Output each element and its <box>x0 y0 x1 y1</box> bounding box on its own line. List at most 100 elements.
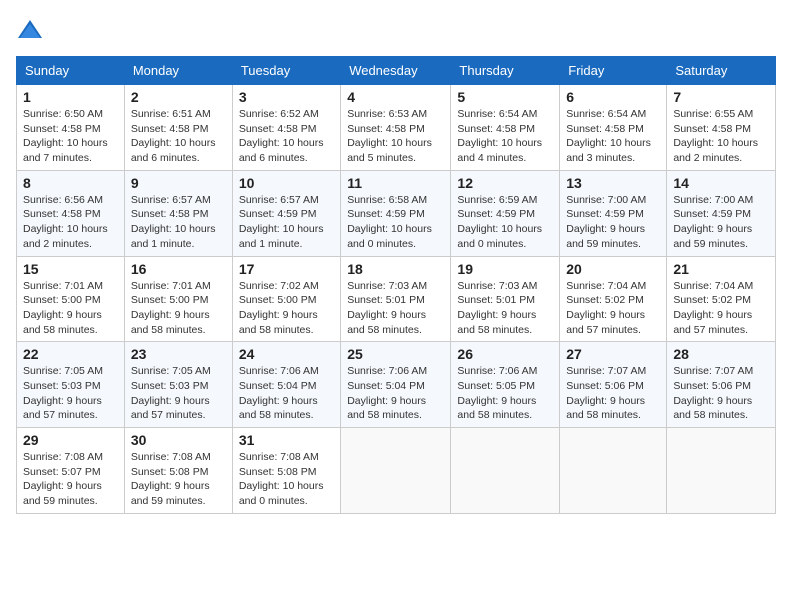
calendar-cell: 7 Sunrise: 6:55 AMSunset: 4:58 PMDayligh… <box>667 85 776 171</box>
day-number: 1 <box>23 89 118 105</box>
day-number: 10 <box>239 175 334 191</box>
calendar-cell: 10 Sunrise: 6:57 AMSunset: 4:59 PMDaylig… <box>232 170 340 256</box>
day-header-friday: Friday <box>560 57 667 85</box>
day-header-wednesday: Wednesday <box>341 57 451 85</box>
calendar-header-row: SundayMondayTuesdayWednesdayThursdayFrid… <box>17 57 776 85</box>
day-number: 17 <box>239 261 334 277</box>
day-header-thursday: Thursday <box>451 57 560 85</box>
calendar-cell: 14 Sunrise: 7:00 AMSunset: 4:59 PMDaylig… <box>667 170 776 256</box>
calendar-cell <box>560 428 667 514</box>
calendar-cell: 30 Sunrise: 7:08 AMSunset: 5:08 PMDaylig… <box>124 428 232 514</box>
calendar-week-row: 1 Sunrise: 6:50 AMSunset: 4:58 PMDayligh… <box>17 85 776 171</box>
day-number: 2 <box>131 89 226 105</box>
day-info: Sunrise: 6:54 AMSunset: 4:58 PMDaylight:… <box>566 107 660 166</box>
calendar-cell: 13 Sunrise: 7:00 AMSunset: 4:59 PMDaylig… <box>560 170 667 256</box>
day-info: Sunrise: 7:04 AMSunset: 5:02 PMDaylight:… <box>673 279 769 338</box>
calendar-cell: 23 Sunrise: 7:05 AMSunset: 5:03 PMDaylig… <box>124 342 232 428</box>
calendar-cell <box>451 428 560 514</box>
day-number: 4 <box>347 89 444 105</box>
day-info: Sunrise: 6:57 AMSunset: 4:59 PMDaylight:… <box>239 193 334 252</box>
day-info: Sunrise: 7:00 AMSunset: 4:59 PMDaylight:… <box>566 193 660 252</box>
calendar-cell: 2 Sunrise: 6:51 AMSunset: 4:58 PMDayligh… <box>124 85 232 171</box>
day-number: 26 <box>457 346 553 362</box>
calendar-cell: 11 Sunrise: 6:58 AMSunset: 4:59 PMDaylig… <box>341 170 451 256</box>
calendar-cell: 16 Sunrise: 7:01 AMSunset: 5:00 PMDaylig… <box>124 256 232 342</box>
calendar-cell: 4 Sunrise: 6:53 AMSunset: 4:58 PMDayligh… <box>341 85 451 171</box>
logo-icon <box>16 16 44 44</box>
logo <box>16 16 48 44</box>
day-info: Sunrise: 7:05 AMSunset: 5:03 PMDaylight:… <box>23 364 118 423</box>
day-info: Sunrise: 6:51 AMSunset: 4:58 PMDaylight:… <box>131 107 226 166</box>
calendar-cell: 31 Sunrise: 7:08 AMSunset: 5:08 PMDaylig… <box>232 428 340 514</box>
day-number: 18 <box>347 261 444 277</box>
calendar-cell: 12 Sunrise: 6:59 AMSunset: 4:59 PMDaylig… <box>451 170 560 256</box>
day-info: Sunrise: 7:00 AMSunset: 4:59 PMDaylight:… <box>673 193 769 252</box>
day-number: 7 <box>673 89 769 105</box>
day-number: 9 <box>131 175 226 191</box>
day-info: Sunrise: 7:06 AMSunset: 5:05 PMDaylight:… <box>457 364 553 423</box>
day-header-saturday: Saturday <box>667 57 776 85</box>
day-number: 23 <box>131 346 226 362</box>
day-header-sunday: Sunday <box>17 57 125 85</box>
day-info: Sunrise: 7:02 AMSunset: 5:00 PMDaylight:… <box>239 279 334 338</box>
day-info: Sunrise: 7:08 AMSunset: 5:08 PMDaylight:… <box>239 450 334 509</box>
day-number: 14 <box>673 175 769 191</box>
day-number: 5 <box>457 89 553 105</box>
day-info: Sunrise: 6:50 AMSunset: 4:58 PMDaylight:… <box>23 107 118 166</box>
day-info: Sunrise: 6:58 AMSunset: 4:59 PMDaylight:… <box>347 193 444 252</box>
calendar-cell: 21 Sunrise: 7:04 AMSunset: 5:02 PMDaylig… <box>667 256 776 342</box>
day-info: Sunrise: 7:01 AMSunset: 5:00 PMDaylight:… <box>23 279 118 338</box>
day-number: 15 <box>23 261 118 277</box>
day-number: 28 <box>673 346 769 362</box>
day-number: 22 <box>23 346 118 362</box>
calendar-cell: 9 Sunrise: 6:57 AMSunset: 4:58 PMDayligh… <box>124 170 232 256</box>
calendar-cell: 8 Sunrise: 6:56 AMSunset: 4:58 PMDayligh… <box>17 170 125 256</box>
day-number: 12 <box>457 175 553 191</box>
day-info: Sunrise: 6:52 AMSunset: 4:58 PMDaylight:… <box>239 107 334 166</box>
calendar-table: SundayMondayTuesdayWednesdayThursdayFrid… <box>16 56 776 514</box>
calendar-cell: 19 Sunrise: 7:03 AMSunset: 5:01 PMDaylig… <box>451 256 560 342</box>
calendar-cell: 27 Sunrise: 7:07 AMSunset: 5:06 PMDaylig… <box>560 342 667 428</box>
calendar-cell: 25 Sunrise: 7:06 AMSunset: 5:04 PMDaylig… <box>341 342 451 428</box>
day-info: Sunrise: 7:08 AMSunset: 5:08 PMDaylight:… <box>131 450 226 509</box>
day-number: 11 <box>347 175 444 191</box>
calendar-cell: 20 Sunrise: 7:04 AMSunset: 5:02 PMDaylig… <box>560 256 667 342</box>
calendar-cell: 24 Sunrise: 7:06 AMSunset: 5:04 PMDaylig… <box>232 342 340 428</box>
calendar-cell <box>667 428 776 514</box>
day-info: Sunrise: 6:59 AMSunset: 4:59 PMDaylight:… <box>457 193 553 252</box>
calendar-week-row: 8 Sunrise: 6:56 AMSunset: 4:58 PMDayligh… <box>17 170 776 256</box>
day-number: 27 <box>566 346 660 362</box>
day-number: 3 <box>239 89 334 105</box>
page-header <box>16 16 776 44</box>
day-info: Sunrise: 7:07 AMSunset: 5:06 PMDaylight:… <box>673 364 769 423</box>
calendar-cell: 15 Sunrise: 7:01 AMSunset: 5:00 PMDaylig… <box>17 256 125 342</box>
calendar-cell: 5 Sunrise: 6:54 AMSunset: 4:58 PMDayligh… <box>451 85 560 171</box>
day-info: Sunrise: 7:08 AMSunset: 5:07 PMDaylight:… <box>23 450 118 509</box>
day-info: Sunrise: 7:06 AMSunset: 5:04 PMDaylight:… <box>239 364 334 423</box>
calendar-cell: 22 Sunrise: 7:05 AMSunset: 5:03 PMDaylig… <box>17 342 125 428</box>
calendar-cell: 1 Sunrise: 6:50 AMSunset: 4:58 PMDayligh… <box>17 85 125 171</box>
day-info: Sunrise: 6:55 AMSunset: 4:58 PMDaylight:… <box>673 107 769 166</box>
day-number: 19 <box>457 261 553 277</box>
day-info: Sunrise: 7:05 AMSunset: 5:03 PMDaylight:… <box>131 364 226 423</box>
calendar-week-row: 15 Sunrise: 7:01 AMSunset: 5:00 PMDaylig… <box>17 256 776 342</box>
calendar-cell: 26 Sunrise: 7:06 AMSunset: 5:05 PMDaylig… <box>451 342 560 428</box>
day-number: 24 <box>239 346 334 362</box>
day-number: 29 <box>23 432 118 448</box>
day-number: 6 <box>566 89 660 105</box>
day-info: Sunrise: 7:04 AMSunset: 5:02 PMDaylight:… <box>566 279 660 338</box>
day-info: Sunrise: 7:07 AMSunset: 5:06 PMDaylight:… <box>566 364 660 423</box>
calendar-cell: 28 Sunrise: 7:07 AMSunset: 5:06 PMDaylig… <box>667 342 776 428</box>
day-info: Sunrise: 6:53 AMSunset: 4:58 PMDaylight:… <box>347 107 444 166</box>
day-number: 8 <box>23 175 118 191</box>
day-info: Sunrise: 6:56 AMSunset: 4:58 PMDaylight:… <box>23 193 118 252</box>
day-header-monday: Monday <box>124 57 232 85</box>
day-info: Sunrise: 7:06 AMSunset: 5:04 PMDaylight:… <box>347 364 444 423</box>
calendar-week-row: 22 Sunrise: 7:05 AMSunset: 5:03 PMDaylig… <box>17 342 776 428</box>
day-number: 16 <box>131 261 226 277</box>
day-number: 20 <box>566 261 660 277</box>
day-info: Sunrise: 6:57 AMSunset: 4:58 PMDaylight:… <box>131 193 226 252</box>
calendar-cell: 18 Sunrise: 7:03 AMSunset: 5:01 PMDaylig… <box>341 256 451 342</box>
calendar-week-row: 29 Sunrise: 7:08 AMSunset: 5:07 PMDaylig… <box>17 428 776 514</box>
calendar-cell: 3 Sunrise: 6:52 AMSunset: 4:58 PMDayligh… <box>232 85 340 171</box>
